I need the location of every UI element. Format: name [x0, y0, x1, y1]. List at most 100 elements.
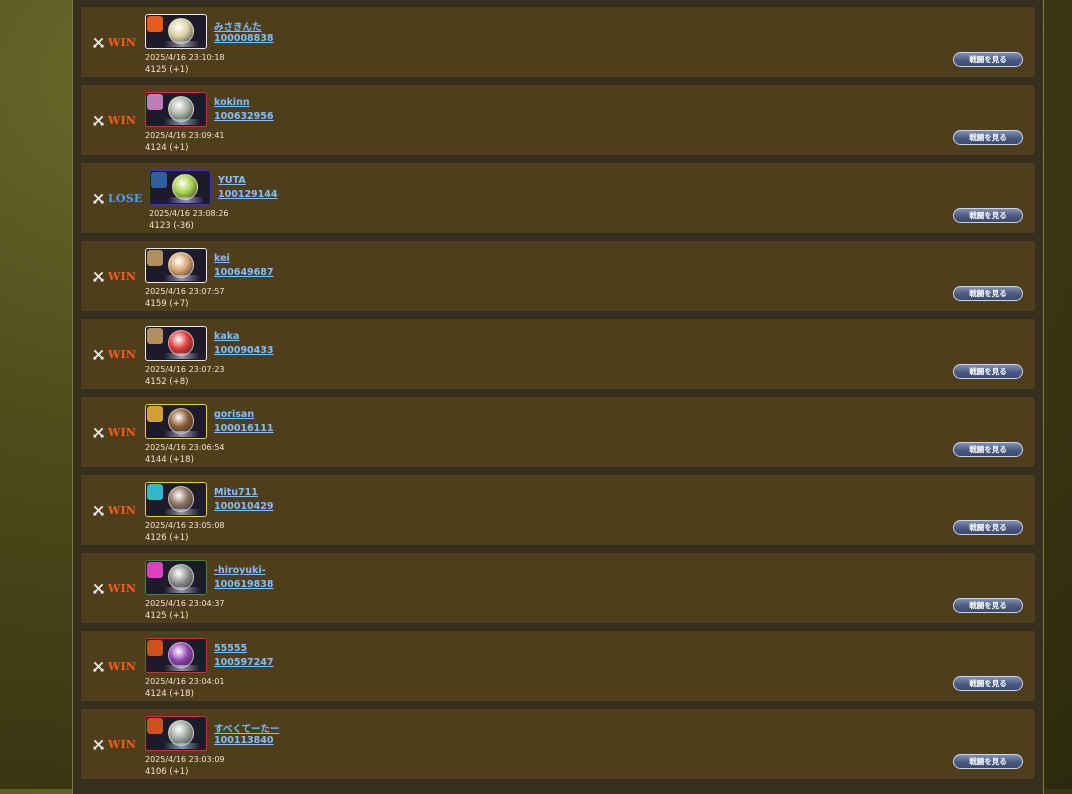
opponent-avatar[interactable] [149, 170, 211, 205]
opponent-name-link[interactable]: 55555 [214, 643, 247, 654]
rank-badge-icon [147, 94, 163, 110]
rating-change: 4126 (+1) [145, 533, 189, 543]
opponent-id-link[interactable]: 100649687 [214, 267, 274, 278]
rank-badge-icon [147, 640, 163, 656]
opponent-avatar[interactable] [145, 248, 207, 283]
result-label: WIN [108, 347, 137, 361]
battle-result: WIN [93, 113, 136, 127]
rank-badge-icon [147, 484, 163, 500]
opponent-name-link[interactable]: YUTA [218, 175, 246, 186]
opponent-id-link[interactable]: 100632956 [214, 111, 274, 122]
rating-change: 4124 (+1) [145, 143, 189, 153]
result-label: WIN [108, 35, 137, 49]
opponent-avatar[interactable] [145, 560, 207, 595]
opponent-id-link[interactable]: 100113840 [214, 735, 274, 746]
crossed-swords-icon [93, 115, 104, 126]
opponent-avatar[interactable] [145, 326, 207, 361]
opponent-avatar[interactable] [145, 482, 207, 517]
battle-row: WIN Mitu711 100010429 2025/4/16 23:05:08… [81, 475, 1035, 545]
opponent-name-link[interactable]: すべくてーたー [214, 721, 280, 735]
battle-datetime: 2025/4/16 23:09:41 [145, 131, 225, 140]
battle-datetime: 2025/4/16 23:04:01 [145, 677, 225, 686]
decoration-icon [164, 275, 200, 281]
result-label: WIN [108, 503, 137, 517]
crossed-swords-icon [93, 349, 104, 360]
opponent-id-link[interactable]: 100008838 [214, 33, 274, 44]
opponent-id-link[interactable]: 100010429 [214, 501, 274, 512]
opponent-id-link[interactable]: 100597247 [214, 657, 274, 668]
result-label: LOSE [108, 191, 143, 205]
rank-badge-icon [147, 562, 163, 578]
rating-change: 4124 (+18) [145, 689, 194, 699]
battle-result: WIN [93, 659, 136, 673]
battle-result: WIN [93, 581, 136, 595]
opponent-name-link[interactable]: -hiroyuki- [214, 565, 266, 576]
rank-badge-icon [147, 328, 163, 344]
battle-row: WIN kaka 100090433 2025/4/16 23:07:23 41… [81, 319, 1035, 389]
crossed-swords-icon [93, 37, 104, 48]
view-battle-button[interactable]: 戦闘を見る [953, 442, 1023, 457]
opponent-name-link[interactable]: gorisan [214, 409, 254, 420]
battle-row: WIN すべくてーたー 100113840 2025/4/16 23:03:09… [81, 709, 1035, 779]
opponent-avatar[interactable] [145, 404, 207, 439]
rating-change: 4159 (+7) [145, 299, 189, 309]
battle-result: WIN [93, 347, 136, 361]
decoration-icon [164, 509, 200, 515]
battle-datetime: 2025/4/16 23:03:09 [145, 755, 225, 764]
decoration-icon [164, 41, 200, 47]
opponent-name-link[interactable]: kaka [214, 331, 239, 342]
view-battle-button[interactable]: 戦闘を見る [953, 208, 1023, 223]
rating-change: 4125 (+1) [145, 611, 189, 621]
rank-badge-icon [151, 172, 167, 188]
view-battle-button[interactable]: 戦闘を見る [953, 52, 1023, 67]
battle-row: WIN 55555 100597247 2025/4/16 23:04:01 4… [81, 631, 1035, 701]
rank-badge-icon [147, 406, 163, 422]
battle-datetime: 2025/4/16 23:04:37 [145, 599, 225, 608]
rating-change: 4152 (+8) [145, 377, 189, 387]
battle-result: WIN [93, 269, 136, 283]
view-battle-button[interactable]: 戦闘を見る [953, 598, 1023, 613]
battle-row: WIN gorisan 100016111 2025/4/16 23:06:54… [81, 397, 1035, 467]
opponent-name-link[interactable]: kokinn [214, 97, 250, 108]
crossed-swords-icon [93, 583, 104, 594]
battle-result: LOSE [93, 191, 142, 205]
opponent-id-link[interactable]: 100090433 [214, 345, 274, 356]
view-battle-button[interactable]: 戦闘を見る [953, 364, 1023, 379]
opponent-avatar[interactable] [145, 92, 207, 127]
opponent-name-link[interactable]: Mitu711 [214, 487, 258, 498]
rating-change: 4144 (+18) [145, 455, 194, 465]
view-battle-button[interactable]: 戦闘を見る [953, 286, 1023, 301]
opponent-id-link[interactable]: 100016111 [214, 423, 274, 434]
opponent-name-link[interactable]: kei [214, 253, 230, 264]
rank-badge-icon [147, 250, 163, 266]
opponent-avatar[interactable] [145, 638, 207, 673]
opponent-avatar[interactable] [145, 716, 207, 751]
view-battle-button[interactable]: 戦闘を見る [953, 676, 1023, 691]
battle-result: WIN [93, 35, 136, 49]
battle-row: WIN みさきんた 100008838 2025/4/16 23:10:18 4… [81, 7, 1035, 77]
battle-datetime: 2025/4/16 23:07:57 [145, 287, 225, 296]
battle-row: WIN -hiroyuki- 100619838 2025/4/16 23:04… [81, 553, 1035, 623]
view-battle-button[interactable]: 戦闘を見る [953, 754, 1023, 769]
result-label: WIN [108, 113, 137, 127]
battle-row: LOSE YUTA 100129144 2025/4/16 23:08:26 4… [81, 163, 1035, 233]
crossed-swords-icon [93, 739, 104, 750]
opponent-avatar[interactable] [145, 14, 207, 49]
battle-row: WIN kei 100649687 2025/4/16 23:07:57 415… [81, 241, 1035, 311]
result-label: WIN [108, 581, 137, 595]
view-battle-button[interactable]: 戦闘を見る [953, 130, 1023, 145]
decoration-icon [164, 119, 200, 125]
opponent-name-link[interactable]: みさきんた [214, 19, 262, 33]
opponent-id-link[interactable]: 100619838 [214, 579, 274, 590]
rank-badge-icon [147, 16, 163, 32]
battle-result: WIN [93, 503, 136, 517]
decoration-icon [164, 587, 200, 593]
rating-change: 4106 (+1) [145, 767, 189, 777]
crossed-swords-icon [93, 271, 104, 282]
decoration-icon [164, 353, 200, 359]
opponent-id-link[interactable]: 100129144 [218, 189, 278, 200]
decoration-icon [168, 197, 204, 203]
battle-datetime: 2025/4/16 23:07:23 [145, 365, 225, 374]
view-battle-button[interactable]: 戦闘を見る [953, 520, 1023, 535]
crossed-swords-icon [93, 193, 104, 204]
